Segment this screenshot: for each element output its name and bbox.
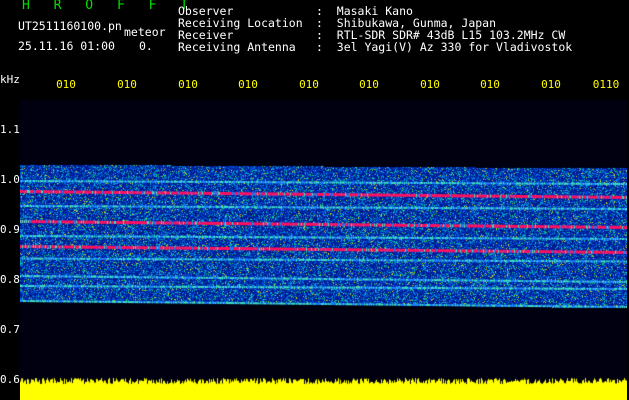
x-tick: 010	[299, 78, 319, 91]
x-tick: 010	[117, 78, 137, 91]
x-tick: 010	[541, 78, 561, 91]
date-time: 25.11.16 01:00	[18, 39, 115, 53]
x-tick: 010	[480, 78, 500, 91]
spectrogram-plot	[20, 100, 627, 400]
y-tick-1-1: 1.1	[0, 123, 20, 136]
info-label-antenna: Receiving Antenna	[178, 40, 296, 54]
y-tick-0-6: 0.6	[0, 373, 20, 386]
meteor-count: 0.	[139, 39, 153, 53]
spectrogram-canvas	[20, 100, 627, 400]
file-name: UT2511160100.pn	[18, 19, 122, 33]
y-tick-0-7: 0.7	[0, 323, 20, 336]
x-tick: 0110	[592, 78, 620, 91]
x-tick: 010	[420, 78, 440, 91]
y-tick-0-9: 0.9	[0, 223, 20, 236]
x-tick: 010	[56, 78, 76, 91]
y-tick-1-0: 1.0	[0, 173, 20, 186]
x-tick: 010	[238, 78, 258, 91]
x-tick: 010	[359, 78, 379, 91]
meteor-label: meteor	[124, 25, 166, 39]
y-tick-0-8: 0.8	[0, 273, 20, 286]
x-tick: 010	[178, 78, 198, 91]
hrofft-title: H R O F F T	[22, 0, 197, 13]
info-value-antenna: : 3el Yagi(V) Az 330 for Vladivostok	[316, 40, 573, 54]
y-unit-label: kHz	[0, 73, 20, 86]
